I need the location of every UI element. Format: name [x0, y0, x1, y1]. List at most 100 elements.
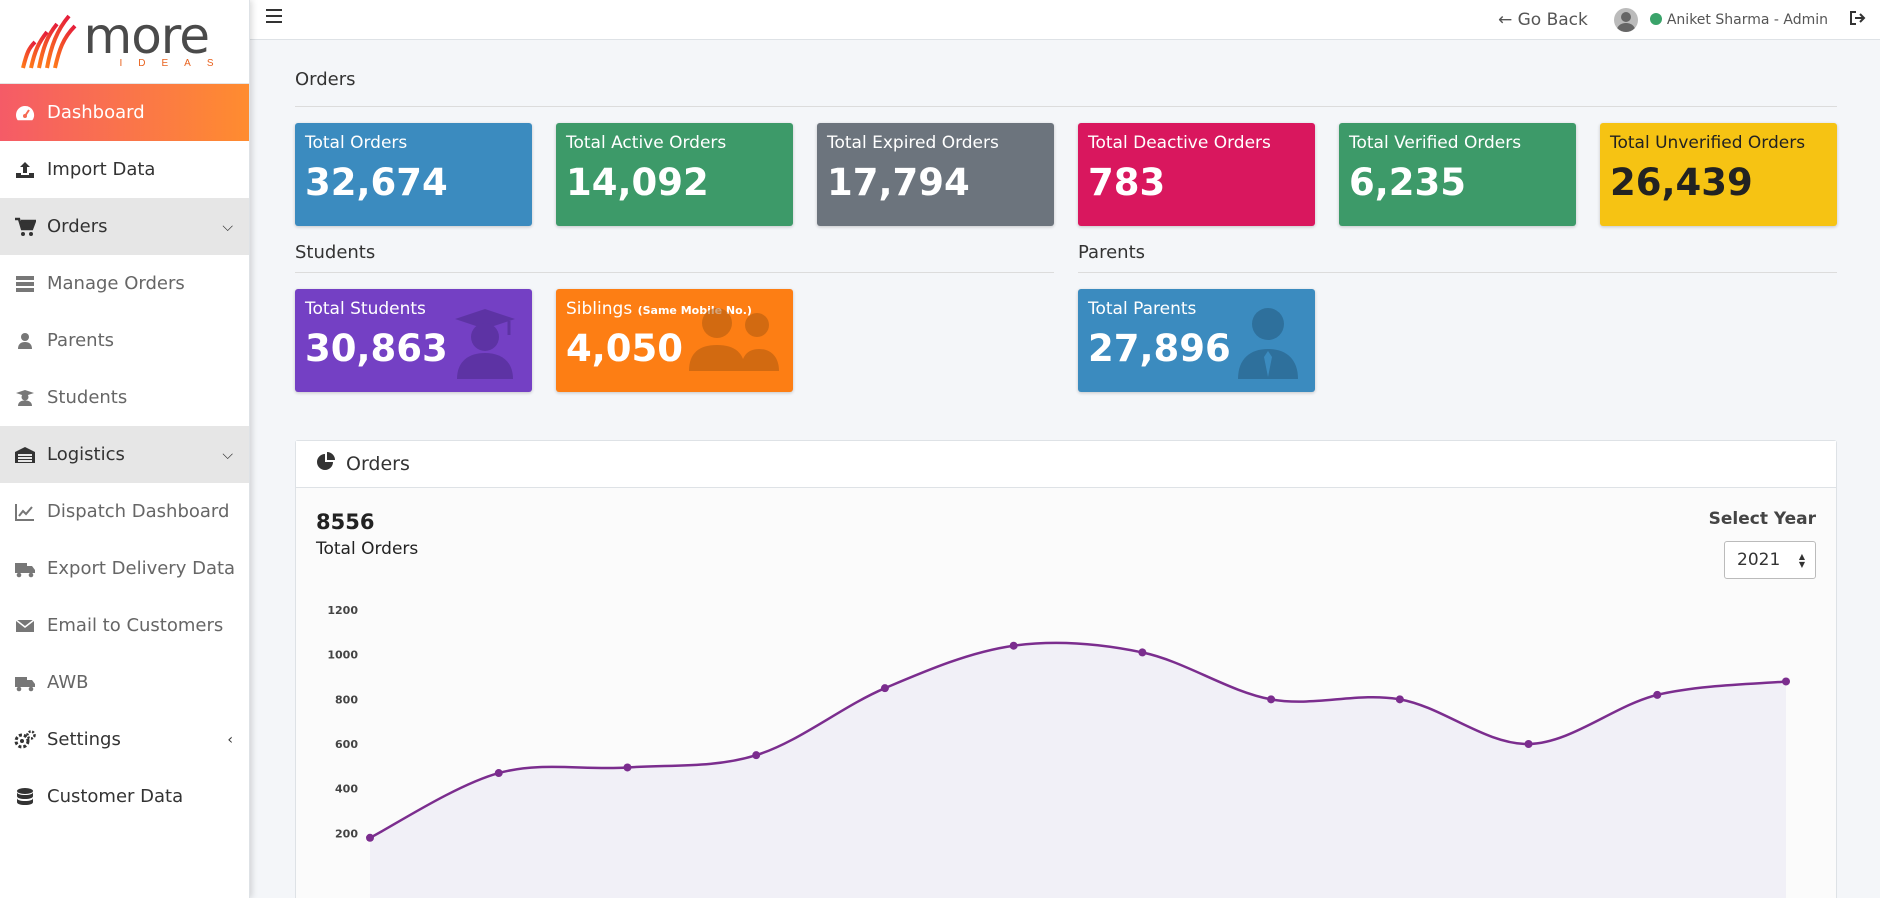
- active-orders-card[interactable]: Total Active Orders 14,092: [556, 123, 793, 226]
- data-point[interactable]: [623, 763, 632, 772]
- expired-orders-card[interactable]: Total Expired Orders 17,794: [817, 123, 1054, 226]
- top-navbar: ← Go Back Aniket Sharma - Admin: [250, 0, 1880, 40]
- card-label: Total Unverified Orders: [1610, 133, 1806, 153]
- chevron-down-icon: ⌵: [222, 446, 233, 463]
- sidebar-item-label: AWB: [47, 672, 89, 693]
- sidebar-item-students[interactable]: Students: [0, 369, 249, 426]
- sidebar-item-label: Parents: [47, 330, 114, 351]
- user-menu[interactable]: Aniket Sharma - Admin: [1649, 12, 1828, 28]
- siblings-card[interactable]: Siblings (Same Mobile No.) 4,050: [556, 289, 793, 392]
- user-name: Aniket Sharma - Admin: [1666, 12, 1828, 28]
- sidebar-item-label: Students: [47, 387, 128, 408]
- year-select-value: 2021: [1737, 550, 1781, 570]
- data-point[interactable]: [1653, 690, 1662, 699]
- data-point[interactable]: [1138, 648, 1147, 657]
- logout-icon[interactable]: [1850, 11, 1866, 29]
- brand-logo[interactable]: more IDEAS: [0, 0, 249, 84]
- avatar[interactable]: [1613, 8, 1638, 32]
- total-parents-card[interactable]: Total Parents 27,896: [1078, 289, 1315, 392]
- select-arrows-icon: ▲ ▼: [1798, 552, 1805, 569]
- speedometer-icon: [14, 102, 36, 124]
- card-label: Total Orders: [305, 133, 408, 153]
- card-value: 32,674: [305, 161, 448, 204]
- deactive-orders-card[interactable]: Total Deactive Orders 783: [1078, 123, 1315, 226]
- total-orders-label: Total Orders: [316, 539, 419, 559]
- flame-logo-icon: [21, 14, 77, 68]
- sidebar-nav: Dashboard Import Data Orders ⌵ Manage Or…: [0, 84, 249, 825]
- graduate-icon: [14, 387, 36, 409]
- year-select[interactable]: 2021 ▲ ▼: [1724, 541, 1816, 579]
- sidebar-item-label: Export Delivery Data: [47, 558, 236, 579]
- card-label: Total Expired Orders: [827, 133, 999, 153]
- sidebar-item-label: Manage Orders: [47, 273, 185, 294]
- sidebar-item-dispatch-dashboard[interactable]: Dispatch Dashboard: [0, 483, 249, 540]
- orders-section-title: Orders: [295, 40, 1837, 107]
- go-back-link[interactable]: ← Go Back: [1498, 10, 1588, 30]
- data-point[interactable]: [752, 751, 761, 760]
- card-value: 17,794: [827, 161, 970, 204]
- user-icon: [14, 330, 36, 352]
- y-tick-label: 800: [335, 693, 358, 706]
- upload-icon: [14, 159, 36, 181]
- data-point[interactable]: [366, 833, 374, 842]
- sidebar-item-customer-data[interactable]: Customer Data: [0, 768, 249, 825]
- sidebar-item-logistics[interactable]: Logistics ⌵: [0, 426, 249, 483]
- orders-chart-panel: Orders 8556 Total Orders Select Year 202…: [295, 440, 1837, 898]
- pie-chart-icon: [316, 451, 336, 477]
- parents-section-title: Parents: [1078, 242, 1837, 273]
- parents-section: Parents Total Parents 27,896: [1078, 242, 1837, 392]
- data-point[interactable]: [1267, 695, 1276, 704]
- verified-orders-card[interactable]: Total Verified Orders 6,235: [1339, 123, 1576, 226]
- y-tick-label: 600: [335, 738, 358, 751]
- data-point[interactable]: [1395, 695, 1404, 704]
- unverified-orders-card[interactable]: Total Unverified Orders 26,439: [1600, 123, 1837, 226]
- students-section-title: Students: [295, 242, 1054, 273]
- sidebar-item-label: Import Data: [47, 159, 156, 180]
- sidebar-item-export-delivery-data[interactable]: Export Delivery Data: [0, 540, 249, 597]
- brand-word: more: [83, 7, 210, 65]
- sidebar-item-manage-orders[interactable]: Manage Orders: [0, 255, 249, 312]
- online-status-icon: [1649, 13, 1662, 25]
- sidebar-item-label: Email to Customers: [47, 615, 224, 636]
- card-value: 26,439: [1610, 161, 1753, 204]
- y-tick-label: 200: [335, 827, 358, 840]
- warehouse-icon: [14, 444, 36, 466]
- data-point[interactable]: [494, 769, 503, 778]
- sidebar-item-awb[interactable]: AWB: [0, 654, 249, 711]
- sidebar-item-parents[interactable]: Parents: [0, 312, 249, 369]
- sidebar-item-orders[interactable]: Orders ⌵: [0, 198, 249, 255]
- main-content: Orders Total Orders 32,674 Total Active …: [295, 40, 1837, 898]
- data-point[interactable]: [1782, 677, 1790, 686]
- sidebar-item-settings[interactable]: Settings ‹: [0, 711, 249, 768]
- user-tie-icon: [1235, 307, 1301, 383]
- card-value: 783: [1088, 161, 1166, 204]
- data-point[interactable]: [880, 684, 889, 693]
- panel-title: Orders: [346, 453, 410, 475]
- brand-sub: IDEAS: [119, 58, 230, 69]
- chevron-down-icon: ⌵: [222, 218, 233, 235]
- data-point[interactable]: [1009, 641, 1018, 650]
- sidebar: more IDEAS Dashboard Import Data Orders …: [0, 0, 250, 898]
- data-point[interactable]: [1524, 740, 1533, 748]
- total-students-card[interactable]: Total Students 30,863: [295, 289, 532, 392]
- y-tick-label: 1200: [327, 604, 358, 617]
- sidebar-item-import-data[interactable]: Import Data: [0, 141, 249, 198]
- students-cards: Total Students 30,863 Siblings (Same Mob…: [295, 289, 1054, 392]
- card-label: Siblings: [566, 299, 633, 319]
- truck-icon: [14, 558, 36, 580]
- sidebar-item-label: Orders: [47, 216, 108, 237]
- parents-cards: Total Parents 27,896: [1078, 289, 1837, 392]
- sidebar-item-dashboard[interactable]: Dashboard: [0, 84, 249, 141]
- card-value: 14,092: [566, 161, 709, 204]
- orders-cards: Total Orders 32,674 Total Active Orders …: [295, 123, 1837, 226]
- students-section: Students Total Students 30,863 Siblings …: [295, 242, 1054, 392]
- total-orders-card[interactable]: Total Orders 32,674: [295, 123, 532, 226]
- hamburger-menu-icon[interactable]: [266, 9, 282, 23]
- users-icon: [689, 307, 779, 375]
- envelope-icon: [14, 615, 36, 637]
- sidebar-item-label: Dashboard: [47, 102, 145, 123]
- database-icon: [14, 786, 36, 808]
- gears-icon: [14, 729, 36, 751]
- cart-icon: [14, 216, 36, 238]
- sidebar-item-email-to-customers[interactable]: Email to Customers: [0, 597, 249, 654]
